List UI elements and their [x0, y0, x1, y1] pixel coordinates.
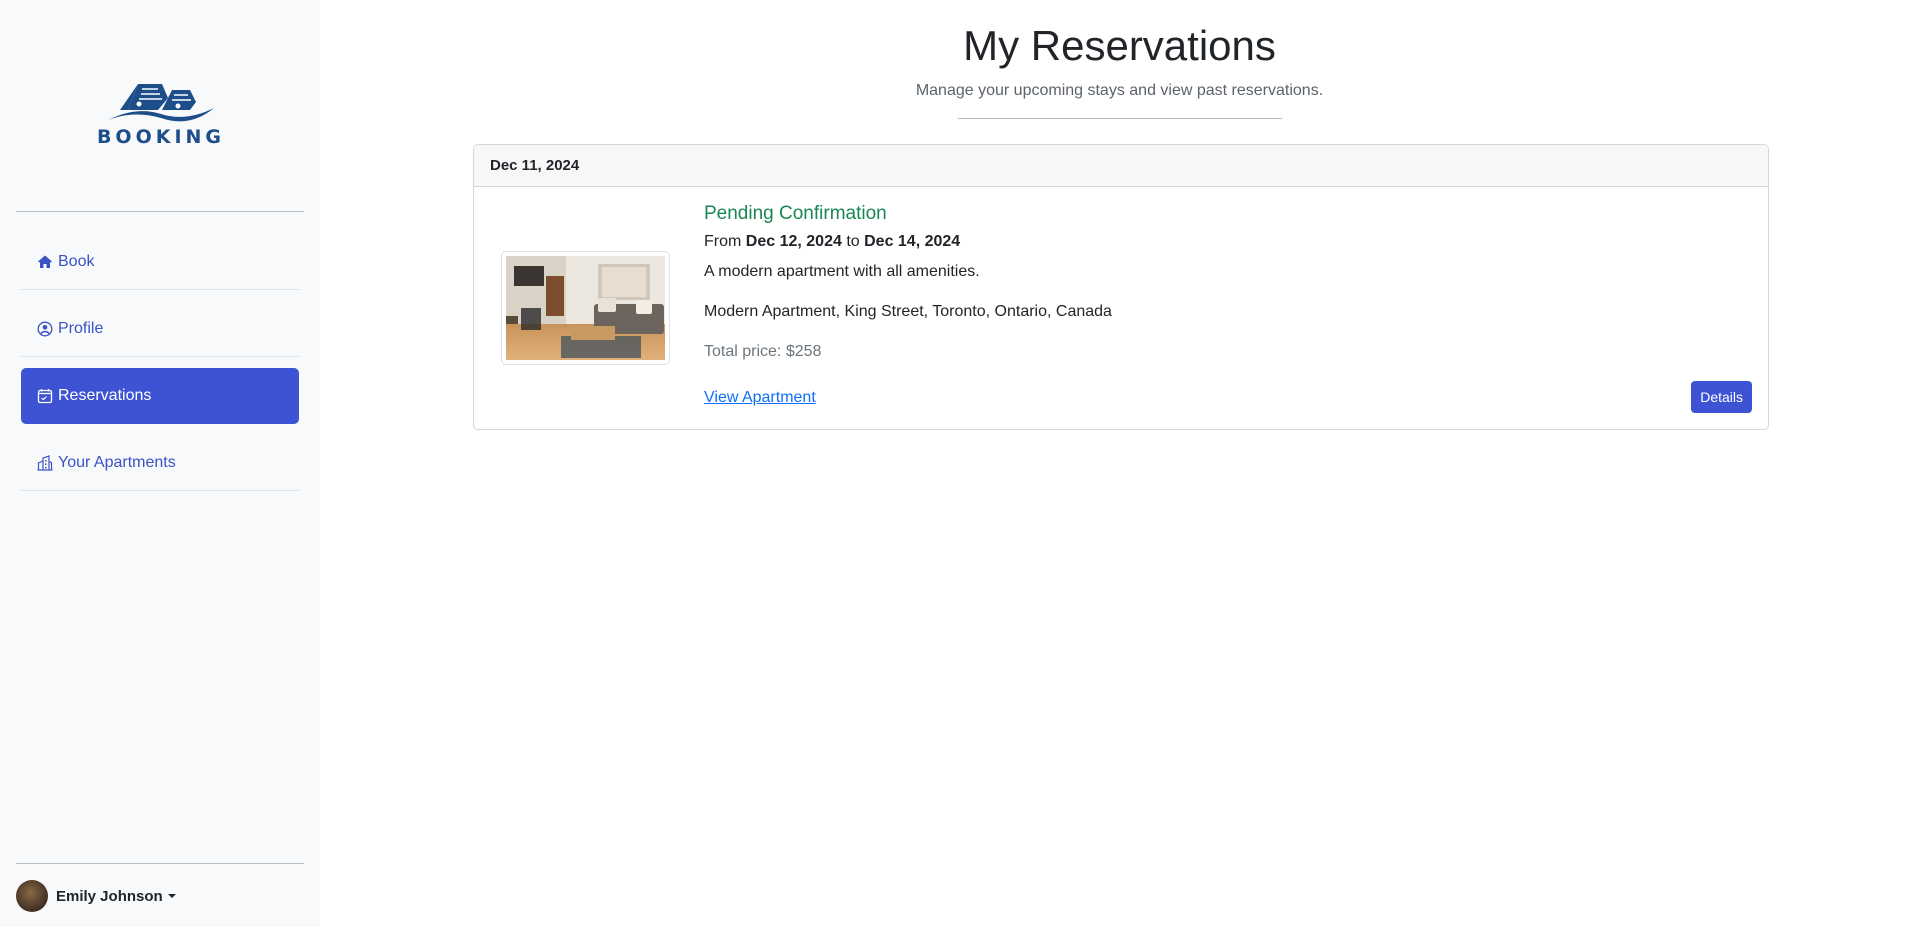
page-subtitle: Manage your upcoming stays and view past… [915, 82, 1324, 99]
sidebar-nav: Book Profile Reservations Your Apartment… [21, 234, 299, 502]
sidebar-item-label: Your Apartments [58, 453, 176, 471]
chevron-down-icon [167, 894, 176, 898]
sidebar-item-book[interactable]: Book [21, 234, 299, 290]
apartment-thumbnail [501, 251, 670, 365]
sidebar: BOOKING Book Profile Reservations Your A… [0, 0, 320, 927]
houses-logo-icon [108, 84, 214, 122]
person-circle-icon [37, 321, 53, 337]
reservation-card: Dec 11, 2024 Pending Confirmation From D… [473, 144, 1769, 430]
sidebar-item-label: Reservations [58, 387, 152, 404]
reservation-dates: From Dec 12, 2024 to Dec 14, 2024 [704, 233, 1744, 251]
sidebar-divider [16, 211, 304, 212]
end-date: Dec 14, 2024 [864, 233, 961, 250]
sidebar-item-reservations[interactable]: Reservations [21, 368, 299, 424]
details-button[interactable]: Details [1691, 381, 1752, 413]
calendar-check-icon [37, 388, 53, 404]
sidebar-item-label: Book [58, 252, 95, 270]
reservation-date-header: Dec 11, 2024 [474, 145, 1768, 187]
avatar [16, 880, 48, 912]
user-name: Emily Johnson [56, 887, 163, 905]
reservation-status: Pending Confirmation [704, 203, 887, 224]
brand-logo[interactable]: BOOKING [96, 80, 226, 148]
total-price: Total price: $258 [704, 343, 822, 360]
view-apartment-link[interactable]: View Apartment [704, 389, 816, 407]
sidebar-divider [16, 863, 304, 864]
title-divider [958, 118, 1282, 119]
apartment-photo [506, 256, 665, 360]
apartment-address: Modern Apartment, King Street, Toronto, … [704, 303, 1112, 320]
start-date: Dec 12, 2024 [745, 233, 842, 250]
house-icon [37, 254, 53, 270]
reservation-info: Pending Confirmation From Dec 12, 2024 t… [704, 203, 1744, 361]
dates-to-label: to [846, 233, 860, 250]
page-title: My Reservations [963, 22, 1276, 69]
dates-from-label: From [704, 233, 742, 250]
apartment-description: A modern apartment with all amenities. [704, 263, 980, 280]
sidebar-item-label: Profile [58, 319, 104, 337]
sidebar-item-your-apartments[interactable]: Your Apartments [21, 435, 299, 491]
buildings-icon [37, 454, 53, 471]
brand-name: BOOKING [96, 126, 226, 148]
user-menu-toggle[interactable]: Emily Johnson [16, 880, 176, 912]
sidebar-item-profile[interactable]: Profile [21, 301, 299, 357]
main-content: My Reservations Manage your upcoming sta… [320, 0, 1919, 927]
